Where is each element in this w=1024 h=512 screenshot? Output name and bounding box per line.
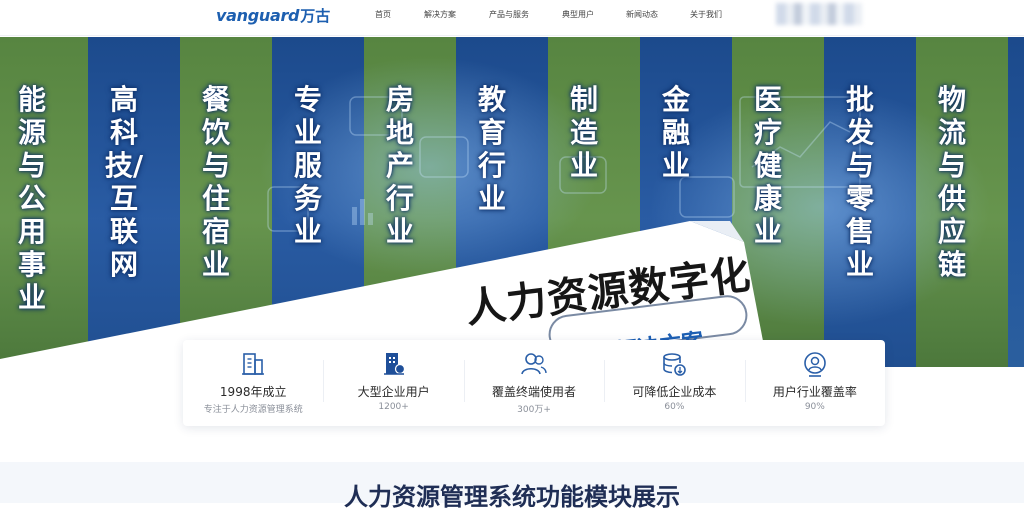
nav-about[interactable]: 关于我们: [690, 9, 722, 20]
industry-label[interactable]: 教育行业: [472, 83, 512, 215]
stat-title: 可降低企业成本: [632, 385, 717, 399]
section-title: 人力资源管理系统功能模块展示: [344, 483, 680, 511]
industry-label[interactable]: 高科技/互联网: [104, 83, 144, 281]
industry-label[interactable]: 批发与零售业: [840, 83, 880, 281]
users-icon: [521, 353, 547, 375]
cost-down-icon: [663, 353, 687, 376]
building-icon: [242, 353, 265, 375]
stat-sub: 专注于人力资源管理系统: [203, 405, 303, 415]
stat-sub: 300万+: [517, 405, 551, 415]
stat-title: 用户行业覆盖率: [772, 385, 857, 399]
industry-label[interactable]: 房地产行业: [380, 83, 420, 248]
industry-label[interactable]: 制造业: [564, 83, 604, 182]
main-nav: 首页 解决方案 产品与服务 典型用户 新闻动态 关于我们: [0, 9, 1024, 25]
industry-label[interactable]: 医疗健康业: [748, 83, 788, 248]
stat-founded: 1998年成立 专注于人力资源管理系统: [183, 340, 323, 426]
stat-enterprise: 大型企业用户 1200+: [323, 340, 463, 426]
stat-title: 1998年成立: [219, 385, 287, 399]
stats-panel: 1998年成立 专注于人力资源管理系统 大型企业用户 1200+ 覆盖终端使用者…: [183, 340, 885, 426]
industry-label[interactable]: 金融业: [656, 83, 696, 182]
modules-section: 人力资源管理系统功能模块展示: [0, 462, 1024, 511]
stat-sub: 1200+: [378, 402, 409, 412]
enterprise-icon: [383, 353, 405, 375]
nav-home[interactable]: 首页: [375, 9, 391, 20]
industry-label[interactable]: 专业服务业: [288, 83, 328, 248]
hero-banner[interactable]: 能源与公用事业 高科技/互联网 餐饮与住宿业 专业服务业 房地产行业 教育行业 制造业 金融业…: [0, 37, 1024, 367]
nav-customers[interactable]: 典型用户: [562, 9, 594, 20]
stat-cost: 可降低企业成本 60%: [604, 340, 744, 426]
coverage-icon: [804, 352, 826, 377]
nav-solutions[interactable]: 解决方案: [424, 9, 456, 20]
industry-label[interactable]: 能源与公用事业: [12, 83, 52, 314]
blurred-contact-area: [776, 3, 862, 25]
nav-products[interactable]: 产品与服务: [489, 9, 529, 20]
stat-coverage: 用户行业覆盖率 90%: [744, 340, 885, 426]
industry-label[interactable]: 餐饮与住宿业: [196, 83, 236, 281]
stat-sub: 60%: [664, 402, 685, 412]
industry-label[interactable]: 物流与供应链: [932, 83, 972, 281]
site-header: vanguard 万古 首页 解决方案 产品与服务 典型用户 新闻动态 关于我们: [0, 0, 1024, 36]
stat-title: 覆盖终端使用者: [492, 385, 577, 399]
stat-sub: 90%: [804, 402, 825, 412]
nav-news[interactable]: 新闻动态: [626, 9, 658, 20]
stat-users: 覆盖终端使用者 300万+: [463, 340, 604, 426]
stat-title: 大型企业用户: [357, 385, 430, 399]
